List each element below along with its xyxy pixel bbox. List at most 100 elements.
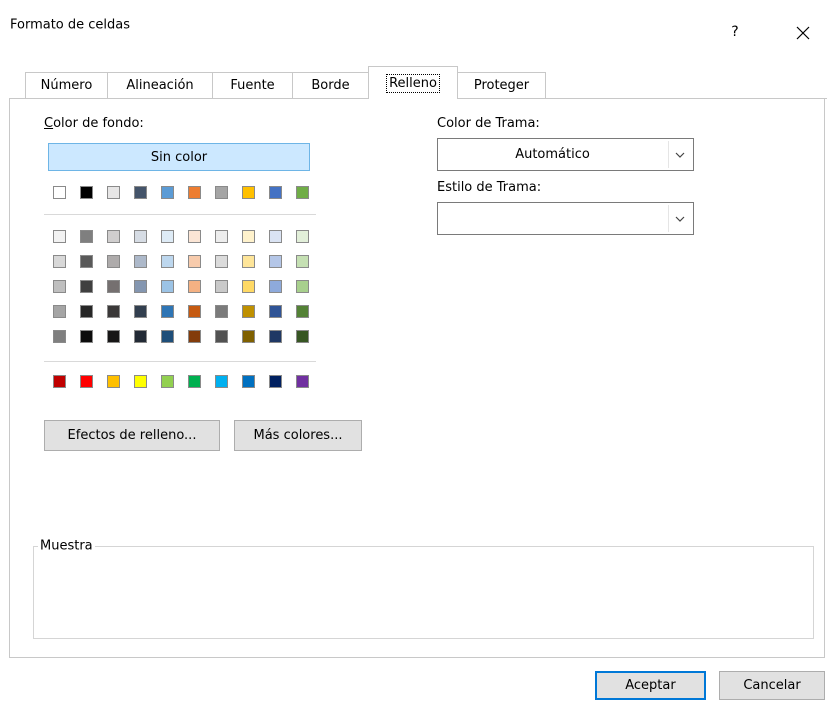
color-swatch-shade2-4[interactable] <box>134 255 147 268</box>
color-swatch-shade1-6[interactable] <box>188 230 201 243</box>
color-swatch-standard-2[interactable] <box>80 375 93 388</box>
color-swatch-standard-7[interactable] <box>215 375 228 388</box>
color-swatch-shade3-2[interactable] <box>80 280 93 293</box>
color-swatch-shade5-4[interactable] <box>134 330 147 343</box>
color-swatch-standard-6[interactable] <box>188 375 201 388</box>
pattern-color-select[interactable]: Automático <box>437 138 694 171</box>
tab-fuente[interactable]: Fuente <box>212 72 293 98</box>
color-swatch-shade5-10[interactable] <box>296 330 309 343</box>
color-swatch-shade4-2[interactable] <box>80 305 93 318</box>
color-swatch-theme-2[interactable] <box>80 186 93 199</box>
color-swatch-shade1-1[interactable] <box>53 230 66 243</box>
color-swatch-shade5-3[interactable] <box>107 330 120 343</box>
help-icon: ? <box>731 24 739 40</box>
background-color-label-text: olor de fondo: <box>53 116 144 131</box>
color-swatch-theme-9[interactable] <box>269 186 282 199</box>
ok-label: Aceptar <box>625 678 676 693</box>
color-swatch-shade2-8[interactable] <box>242 255 255 268</box>
color-swatch-shade3-4[interactable] <box>134 280 147 293</box>
color-swatch-standard-5[interactable] <box>161 375 174 388</box>
color-swatch-shade1-10[interactable] <box>296 230 309 243</box>
close-button[interactable] <box>788 20 818 46</box>
tab-numero[interactable]: Número <box>25 72 108 98</box>
color-swatch-shade2-7[interactable] <box>215 255 228 268</box>
color-swatch-theme-1[interactable] <box>53 186 66 199</box>
tab-label: Fuente <box>230 78 275 93</box>
color-swatch-theme-8[interactable] <box>242 186 255 199</box>
color-swatch-shade3-8[interactable] <box>242 280 255 293</box>
format-cells-dialog: Formato de celdas ? Número Alineación Fu… <box>0 0 827 706</box>
color-swatch-shade4-1[interactable] <box>53 305 66 318</box>
color-swatch-shade5-1[interactable] <box>53 330 66 343</box>
color-swatch-shade1-8[interactable] <box>242 230 255 243</box>
color-swatch-shade1-4[interactable] <box>134 230 147 243</box>
color-swatch-shade2-6[interactable] <box>188 255 201 268</box>
color-swatch-shade3-6[interactable] <box>188 280 201 293</box>
pattern-style-dropdown-arrow[interactable] <box>668 205 691 232</box>
title-bar: Formato de celdas ? <box>0 0 826 40</box>
color-swatch-standard-9[interactable] <box>269 375 282 388</box>
color-swatch-shade4-10[interactable] <box>296 305 309 318</box>
color-swatch-shade3-7[interactable] <box>215 280 228 293</box>
pattern-style-select[interactable] <box>437 202 694 235</box>
fill-effects-button[interactable]: Efectos de relleno... <box>44 420 220 451</box>
color-swatch-shade4-8[interactable] <box>242 305 255 318</box>
color-swatch-shade2-2[interactable] <box>80 255 93 268</box>
color-swatch-shade1-9[interactable] <box>269 230 282 243</box>
color-swatch-theme-7[interactable] <box>215 186 228 199</box>
color-swatch-shade5-7[interactable] <box>215 330 228 343</box>
tab-borde[interactable]: Borde <box>292 72 369 98</box>
color-swatch-shade3-3[interactable] <box>107 280 120 293</box>
color-swatch-standard-3[interactable] <box>107 375 120 388</box>
color-swatch-shade5-2[interactable] <box>80 330 93 343</box>
tab-alineacion[interactable]: Alineación <box>107 72 213 98</box>
color-swatch-shade1-2[interactable] <box>80 230 93 243</box>
color-swatch-standard-4[interactable] <box>134 375 147 388</box>
color-swatch-shade3-10[interactable] <box>296 280 309 293</box>
color-swatch-shade5-6[interactable] <box>188 330 201 343</box>
color-swatch-standard-8[interactable] <box>242 375 255 388</box>
color-swatch-theme-10[interactable] <box>296 186 309 199</box>
color-swatch-shade3-1[interactable] <box>53 280 66 293</box>
color-swatch-shade4-7[interactable] <box>215 305 228 318</box>
color-swatch-shade2-1[interactable] <box>53 255 66 268</box>
cancel-button[interactable]: Cancelar <box>719 671 825 700</box>
color-swatch-shade4-9[interactable] <box>269 305 282 318</box>
color-swatch-shade1-7[interactable] <box>215 230 228 243</box>
color-swatch-shade3-9[interactable] <box>269 280 282 293</box>
color-swatch-shade1-3[interactable] <box>107 230 120 243</box>
help-button[interactable]: ? <box>723 20 747 44</box>
color-swatch-theme-3[interactable] <box>107 186 120 199</box>
color-swatch-shade4-6[interactable] <box>188 305 201 318</box>
color-swatch-shade2-3[interactable] <box>107 255 120 268</box>
color-swatch-standard-1[interactable] <box>53 375 66 388</box>
tab-relleno[interactable]: Relleno <box>368 66 458 99</box>
color-swatch-shade2-10[interactable] <box>296 255 309 268</box>
no-color-label: Sin color <box>150 149 208 165</box>
pattern-color-dropdown-arrow[interactable] <box>668 141 691 168</box>
background-color-label: Color de fondo: <box>44 116 144 131</box>
color-swatch-theme-5[interactable] <box>161 186 174 199</box>
palette-separator <box>44 361 316 362</box>
color-swatch-shade5-9[interactable] <box>269 330 282 343</box>
color-swatch-shade2-5[interactable] <box>161 255 174 268</box>
color-swatch-theme-4[interactable] <box>134 186 147 199</box>
color-swatch-shade3-5[interactable] <box>161 280 174 293</box>
color-swatch-theme-6[interactable] <box>188 186 201 199</box>
tab-proteger[interactable]: Proteger <box>457 72 546 98</box>
no-color-button[interactable]: Sin color <box>48 143 310 171</box>
color-swatch-shade5-5[interactable] <box>161 330 174 343</box>
color-swatch-standard-10[interactable] <box>296 375 309 388</box>
color-swatch-shade4-5[interactable] <box>161 305 174 318</box>
more-colors-label: Más colores... <box>253 428 343 443</box>
color-swatch-shade5-8[interactable] <box>242 330 255 343</box>
color-swatch-shade4-4[interactable] <box>134 305 147 318</box>
more-colors-button[interactable]: Más colores... <box>234 420 362 451</box>
close-icon <box>796 26 810 40</box>
color-swatch-shade1-5[interactable] <box>161 230 174 243</box>
pattern-color-label: Color de Trama: <box>437 116 540 131</box>
tab-label: Proteger <box>473 78 530 93</box>
color-swatch-shade2-9[interactable] <box>269 255 282 268</box>
color-swatch-shade4-3[interactable] <box>107 305 120 318</box>
ok-button[interactable]: Aceptar <box>595 671 706 700</box>
